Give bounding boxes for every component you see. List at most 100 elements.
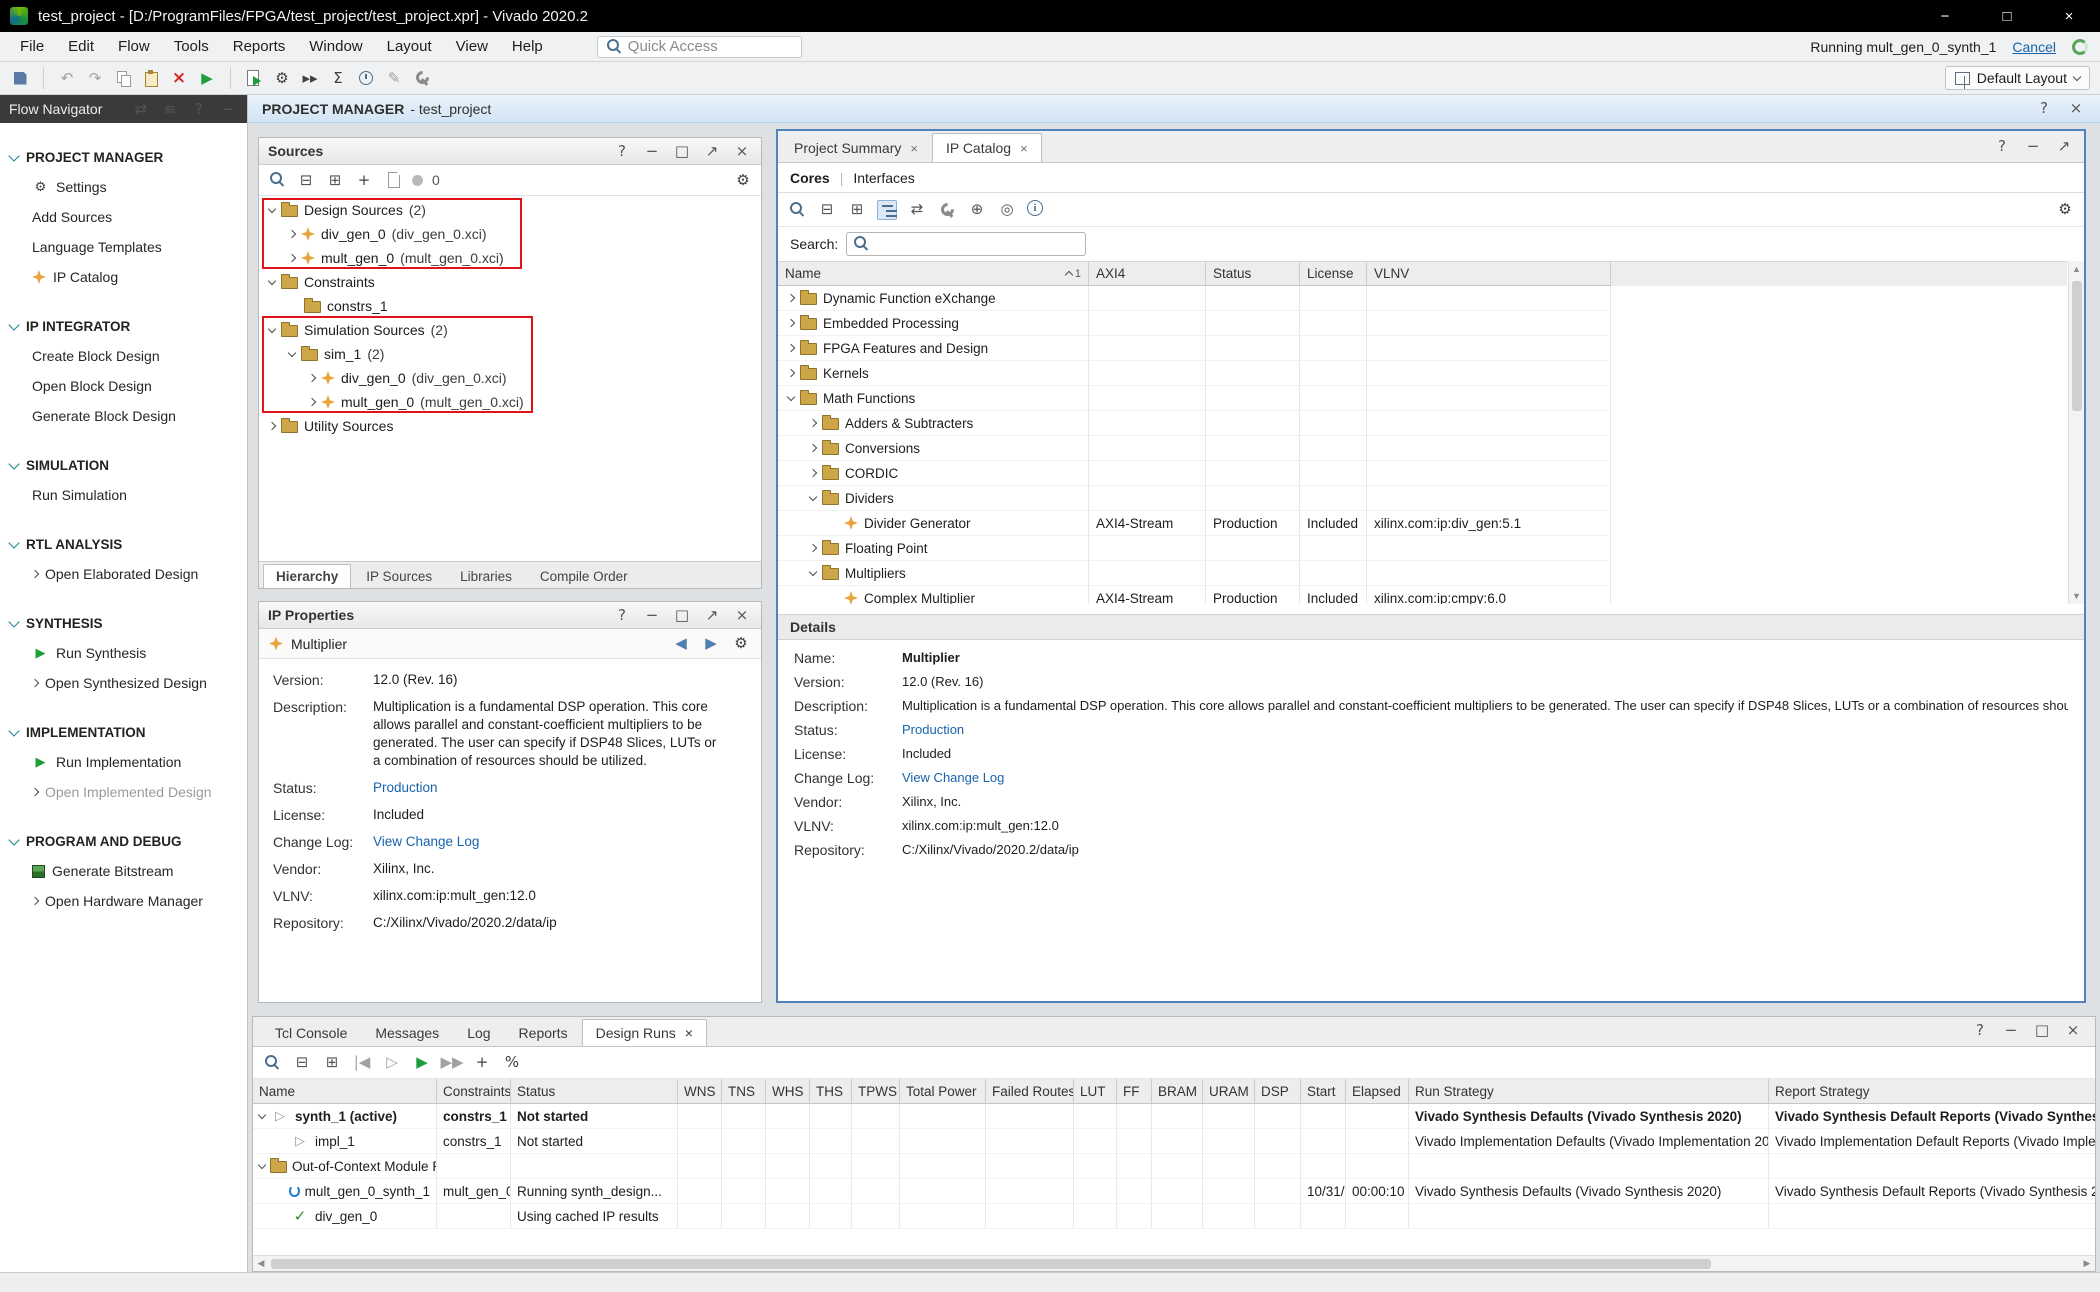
gear-icon[interactable]: ⚙ [731,634,751,654]
save-icon[interactable] [10,68,30,88]
flow-item-open-elaborated-design[interactable]: Open Elaborated Design [0,559,247,589]
chevron-right-icon[interactable] [809,469,817,477]
add-circle-icon[interactable]: ⊕ [967,200,987,220]
sources-tab-ip-sources[interactable]: IP Sources [353,564,445,588]
chevron-down-icon[interactable] [809,567,817,575]
menu-edit[interactable]: Edit [56,34,106,59]
maximize-icon[interactable]: □ [672,141,692,161]
maximize-icon[interactable]: □ [672,605,692,625]
search-icon[interactable] [262,1053,282,1073]
collapse-all-icon[interactable]: ⊟ [296,170,316,190]
tab-reports[interactable]: Reports [505,1019,582,1046]
flow-item-open-synthesized-design[interactable]: Open Synthesized Design [0,668,247,698]
flow-item-open-hardware-manager[interactable]: Open Hardware Manager [0,886,247,916]
layout-selector[interactable]: Default Layout [1945,66,2090,90]
chevron-right-icon[interactable] [787,294,795,302]
flow-item-language-templates[interactable]: Language Templates [0,232,247,262]
source-tree-item[interactable]: div_gen_0(div_gen_0.xci) [259,366,761,390]
menu-tools[interactable]: Tools [162,34,221,59]
catalog-row-cordic[interactable]: CORDIC [778,461,2067,486]
close-icon[interactable]: × [1020,141,1028,156]
runs-column-header[interactable]: Report Strategy [1769,1079,2095,1104]
design-run-row-out-of-context-module-runs[interactable]: Out-of-Context Module Runs [253,1154,2095,1179]
file-icon[interactable] [383,170,403,190]
runs-column-header[interactable]: Elapsed [1346,1079,1409,1104]
scrollbar-thumb[interactable] [2072,281,2082,411]
catalog-row-embedded-processing[interactable]: Embedded Processing [778,311,2067,336]
gear-icon[interactable]: ⚙ [733,170,753,190]
target-icon[interactable]: ◎ [997,200,1017,220]
chevron-down-icon[interactable] [268,324,276,332]
maximize-icon[interactable]: □ [2032,1020,2052,1040]
dock-icon[interactable]: ⇄ [131,99,151,119]
sources-tab-libraries[interactable]: Libraries [447,564,525,588]
flow-section-header[interactable]: IMPLEMENTATION [0,717,247,747]
minimize-button[interactable]: − [1914,0,1976,32]
catalog-row-kernels[interactable]: Kernels [778,361,2067,386]
tab-ip-catalog[interactable]: IP Catalog× [932,133,1042,162]
property-link[interactable]: Production [902,721,964,739]
catalog-column-header[interactable]: Name1 [778,262,1089,286]
sources-tab-hierarchy[interactable]: Hierarchy [263,564,351,588]
flow-item-run-simulation[interactable]: Run Simulation [0,480,247,510]
redo-icon[interactable]: ↷ [85,68,105,88]
runs-horizontal-scrollbar[interactable]: ◀ ▶ [253,1255,2095,1271]
chevron-down-icon[interactable] [258,1160,266,1168]
menu-flow[interactable]: Flow [106,34,162,59]
source-tree-item[interactable]: Simulation Sources(2) [259,318,761,342]
runs-column-header[interactable]: Failed Routes [986,1079,1074,1104]
catalog-row-fpga-features-and-design[interactable]: FPGA Features and Design [778,336,2067,361]
flow-item-generate-block-design[interactable]: Generate Block Design [0,401,247,431]
tree-view-icon[interactable] [877,200,897,220]
settings-icon[interactable]: ⚙ [272,68,292,88]
runs-column-header[interactable]: THS [810,1079,852,1104]
flow-section-header[interactable]: SYNTHESIS [0,608,247,638]
property-link[interactable]: View Change Log [902,769,1004,787]
flow-item-run-synthesis[interactable]: ▶Run Synthesis [0,638,247,668]
forward-icon[interactable]: ▶ [701,634,721,654]
runs-column-header[interactable]: Status [511,1079,678,1104]
chevron-right-icon[interactable] [809,544,817,552]
source-tree-item[interactable]: Utility Sources [259,414,761,438]
run-icon[interactable]: ▶ [412,1053,432,1073]
menu-reports[interactable]: Reports [221,34,298,59]
close-icon[interactable]: × [732,141,752,161]
catalog-column-header[interactable]: AXI4 [1089,262,1206,286]
tab-project-summary[interactable]: Project Summary× [780,133,932,162]
float-icon[interactable]: ↗ [2054,136,2074,156]
minimize-icon[interactable]: − [642,605,662,625]
flow-item-add-sources[interactable]: Add Sources [0,202,247,232]
help-icon[interactable]: ? [2034,99,2054,119]
scroll-left-icon[interactable]: ◀ [253,1258,269,1269]
chevron-down-icon[interactable] [268,276,276,284]
gear-icon[interactable]: ⚙ [2055,200,2075,220]
source-tree-item[interactable]: mult_gen_0(mult_gen_0.xci) [259,246,761,270]
chevron-down-icon[interactable] [268,204,276,212]
scrollbar-thumb[interactable] [271,1259,1711,1269]
undo-icon[interactable]: ↶ [57,68,77,88]
chevron-down-icon[interactable] [809,492,817,500]
help-icon[interactable]: ? [612,605,632,625]
property-link[interactable]: View Change Log [373,833,479,851]
runs-column-header[interactable]: Constraints [437,1079,511,1104]
flow-section-header[interactable]: SIMULATION [0,450,247,480]
menu-icon[interactable]: ≡ [160,99,180,119]
flow-section-header[interactable]: PROGRAM AND DEBUG [0,826,247,856]
runs-column-header[interactable]: LUT [1074,1079,1117,1104]
help-icon[interactable]: ? [612,141,632,161]
run-script-icon[interactable] [244,68,264,88]
close-icon[interactable]: × [685,1025,693,1041]
chevron-right-icon[interactable] [787,344,795,352]
cancel-link[interactable]: Cancel [2012,39,2056,55]
fast-forward-icon[interactable]: ▶▶ [442,1053,462,1073]
expand-all-icon[interactable]: ⊞ [322,1053,342,1073]
catalog-vertical-scrollbar[interactable]: ▲ ▼ [2068,261,2084,604]
flow-section-header[interactable]: RTL ANALYSIS [0,529,247,559]
source-tree-item[interactable]: Design Sources(2) [259,198,761,222]
chevron-down-icon[interactable] [258,1110,266,1118]
runs-column-header[interactable]: TPWS [852,1079,900,1104]
edit-icon[interactable]: ✎ [384,68,404,88]
catalog-row-multipliers[interactable]: Multipliers [778,561,2067,586]
close-icon[interactable]: × [2066,99,2086,119]
tab-log[interactable]: Log [453,1019,504,1046]
